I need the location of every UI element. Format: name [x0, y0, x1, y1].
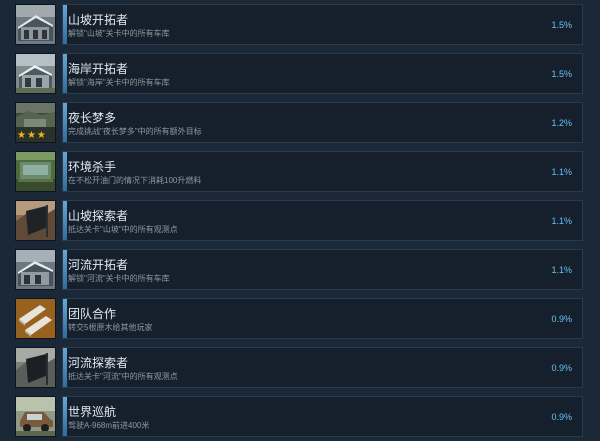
achievement-title: 世界巡航	[68, 405, 117, 419]
achievement-title: 山坡开拓者	[68, 13, 129, 27]
achievement-row[interactable]: 世界巡航 驾驶A-968m前进400米 0.9%	[0, 392, 600, 441]
progress-bar	[63, 250, 67, 289]
achievement-description: 解锁"海岸"关卡中的所有车库	[68, 78, 170, 87]
mountain-flag-icon	[15, 200, 56, 241]
achievement-panel: 夜长梦多 完成挑战"夜长梦多"中的所有额外目标 1.2%	[62, 102, 583, 143]
achievement-row[interactable]: 河流开拓者 解锁"河流"关卡中的所有车库 1.1%	[0, 245, 600, 294]
coast-garage-icon	[15, 53, 56, 94]
achievement-description: 抵达关卡"河流"中的所有观测点	[68, 372, 178, 381]
snowy-garage-icon	[15, 4, 56, 45]
logs-icon	[15, 298, 56, 339]
achievement-row[interactable]: 河流探索者 抵达关卡"河流"中的所有观测点 0.9%	[0, 343, 600, 392]
unlock-percentage: 0.9%	[551, 412, 572, 422]
progress-bar	[63, 397, 67, 436]
achievement-panel: 山坡开拓者 解锁"山坡"关卡中的所有车库 1.5%	[62, 4, 583, 45]
achievement-description: 完成挑战"夜长梦多"中的所有额外目标	[68, 127, 202, 136]
achievement-row[interactable]: 海岸开拓者 解锁"海岸"关卡中的所有车库 1.5%	[0, 49, 600, 98]
progress-bar	[63, 54, 67, 93]
progress-bar	[63, 103, 67, 142]
achievement-row[interactable]: 山坡探索者 抵达关卡"山坡"中的所有观测点 1.1%	[0, 196, 600, 245]
unlock-percentage: 1.5%	[551, 20, 572, 30]
achievement-panel: 山坡探索者 抵达关卡"山坡"中的所有观测点 1.1%	[62, 200, 583, 241]
unlock-percentage: 1.2%	[551, 118, 572, 128]
achievement-title: 山坡探索者	[68, 209, 129, 223]
achievement-row[interactable]: 团队合作 转交5根原木给其他玩家 0.9%	[0, 294, 600, 343]
achievement-title: 河流探索者	[68, 356, 129, 370]
achievement-row[interactable]: 环境杀手 在不松开油门的情况下消耗100升燃料 1.1%	[0, 147, 600, 196]
achievement-title: 环境杀手	[68, 160, 117, 174]
three-stars-challenge-icon: ★★★	[15, 102, 56, 143]
progress-bar	[63, 348, 67, 387]
unlock-percentage: 0.9%	[551, 314, 572, 324]
unlock-percentage: 1.5%	[551, 69, 572, 79]
achievement-title: 河流开拓者	[68, 258, 129, 272]
river-flag-icon	[15, 347, 56, 388]
achievement-row[interactable]: ★★★ 夜长梦多 完成挑战"夜长梦多"中的所有额外目标 1.2%	[0, 98, 600, 147]
achievement-list: 山坡开拓者 解锁"山坡"关卡中的所有车库 1.5% 海岸开拓者 解锁"海岸"关卡…	[0, 0, 600, 437]
achievement-panel: 河流探索者 抵达关卡"河流"中的所有观测点 0.9%	[62, 347, 583, 388]
star-rating-icon: ★★★	[17, 130, 47, 141]
achievement-description: 解锁"河流"关卡中的所有车库	[68, 274, 170, 283]
achievement-panel: 团队合作 转交5根原木给其他玩家 0.9%	[62, 298, 583, 339]
achievement-title: 夜长梦多	[68, 111, 117, 125]
achievement-description: 驾驶A-968m前进400米	[68, 421, 150, 430]
river-garage-icon	[15, 249, 56, 290]
unlock-percentage: 1.1%	[551, 216, 572, 226]
achievement-description: 转交5根原木给其他玩家	[68, 323, 153, 332]
achievement-panel: 世界巡航 驾驶A-968m前进400米 0.9%	[62, 396, 583, 437]
achievement-title: 海岸开拓者	[68, 62, 129, 76]
achievement-panel: 河流开拓者 解锁"河流"关卡中的所有车库 1.1%	[62, 249, 583, 290]
achievement-panel: 环境杀手 在不松开油门的情况下消耗100升燃料 1.1%	[62, 151, 583, 192]
unlock-percentage: 1.1%	[551, 167, 572, 177]
swamp-truck-icon	[15, 151, 56, 192]
achievement-panel: 海岸开拓者 解锁"海岸"关卡中的所有车库 1.5%	[62, 53, 583, 94]
achievement-row[interactable]: 山坡开拓者 解锁"山坡"关卡中的所有车库 1.5%	[0, 0, 600, 49]
achievement-description: 解锁"山坡"关卡中的所有车库	[68, 29, 170, 38]
achievement-description: 抵达关卡"山坡"中的所有观测点	[68, 225, 178, 234]
unlock-percentage: 1.1%	[551, 265, 572, 275]
vintage-car-icon	[15, 396, 56, 437]
achievement-title: 团队合作	[68, 307, 117, 321]
achievement-description: 在不松开油门的情况下消耗100升燃料	[68, 176, 202, 185]
progress-bar	[63, 152, 67, 191]
unlock-percentage: 0.9%	[551, 363, 572, 373]
progress-bar	[63, 201, 67, 240]
progress-bar	[63, 5, 67, 44]
progress-bar	[63, 299, 67, 338]
